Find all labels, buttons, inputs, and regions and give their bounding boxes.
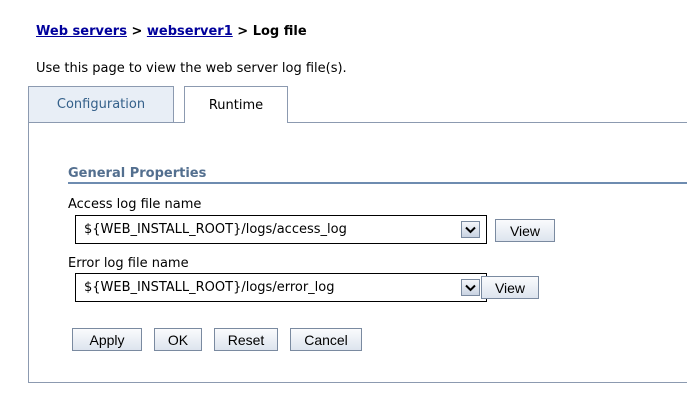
access-log-view-button[interactable]: View [495,219,555,242]
ok-button[interactable]: OK [154,328,202,351]
error-log-view-button[interactable]: View [481,276,539,299]
breadcrumb-separator: > [126,24,147,39]
section-title-general-properties: General Properties [68,166,687,184]
tab-configuration[interactable]: Configuration [28,86,174,122]
panel-border-left [28,123,29,383]
breadcrumb-current: Log file [252,24,307,39]
access-log-dropdown-button[interactable] [461,221,480,238]
cancel-button[interactable]: Cancel [290,328,362,351]
error-log-label: Error log file name [68,256,189,271]
breadcrumb-separator: > [232,24,253,39]
panel-border-bottom [28,382,687,383]
breadcrumb-link-web-servers[interactable]: Web servers [36,24,127,39]
tab-runtime[interactable]: Runtime [184,86,288,123]
access-log-value: ${WEB_INSTALL_ROOT}/logs/access_log [84,222,347,237]
access-log-label: Access log file name [68,197,202,212]
error-log-value: ${WEB_INSTALL_ROOT}/logs/error_log [84,280,335,295]
breadcrumb: Web servers > webserver1 > Log file [36,24,307,39]
chevron-down-icon [465,284,476,291]
breadcrumb-link-webserver1[interactable]: webserver1 [147,24,233,39]
page-description: Use this page to view the web server log… [36,61,347,76]
tab-bar: Configuration Runtime [0,86,687,124]
chevron-down-icon [465,226,476,233]
error-log-dropdown-button[interactable] [461,279,480,296]
tab-baseline [28,122,687,123]
access-log-select[interactable]: ${WEB_INSTALL_ROOT}/logs/access_log [75,215,487,244]
reset-button[interactable]: Reset [214,328,278,351]
apply-button[interactable]: Apply [72,328,142,351]
error-log-select[interactable]: ${WEB_INSTALL_ROOT}/logs/error_log [75,273,487,302]
